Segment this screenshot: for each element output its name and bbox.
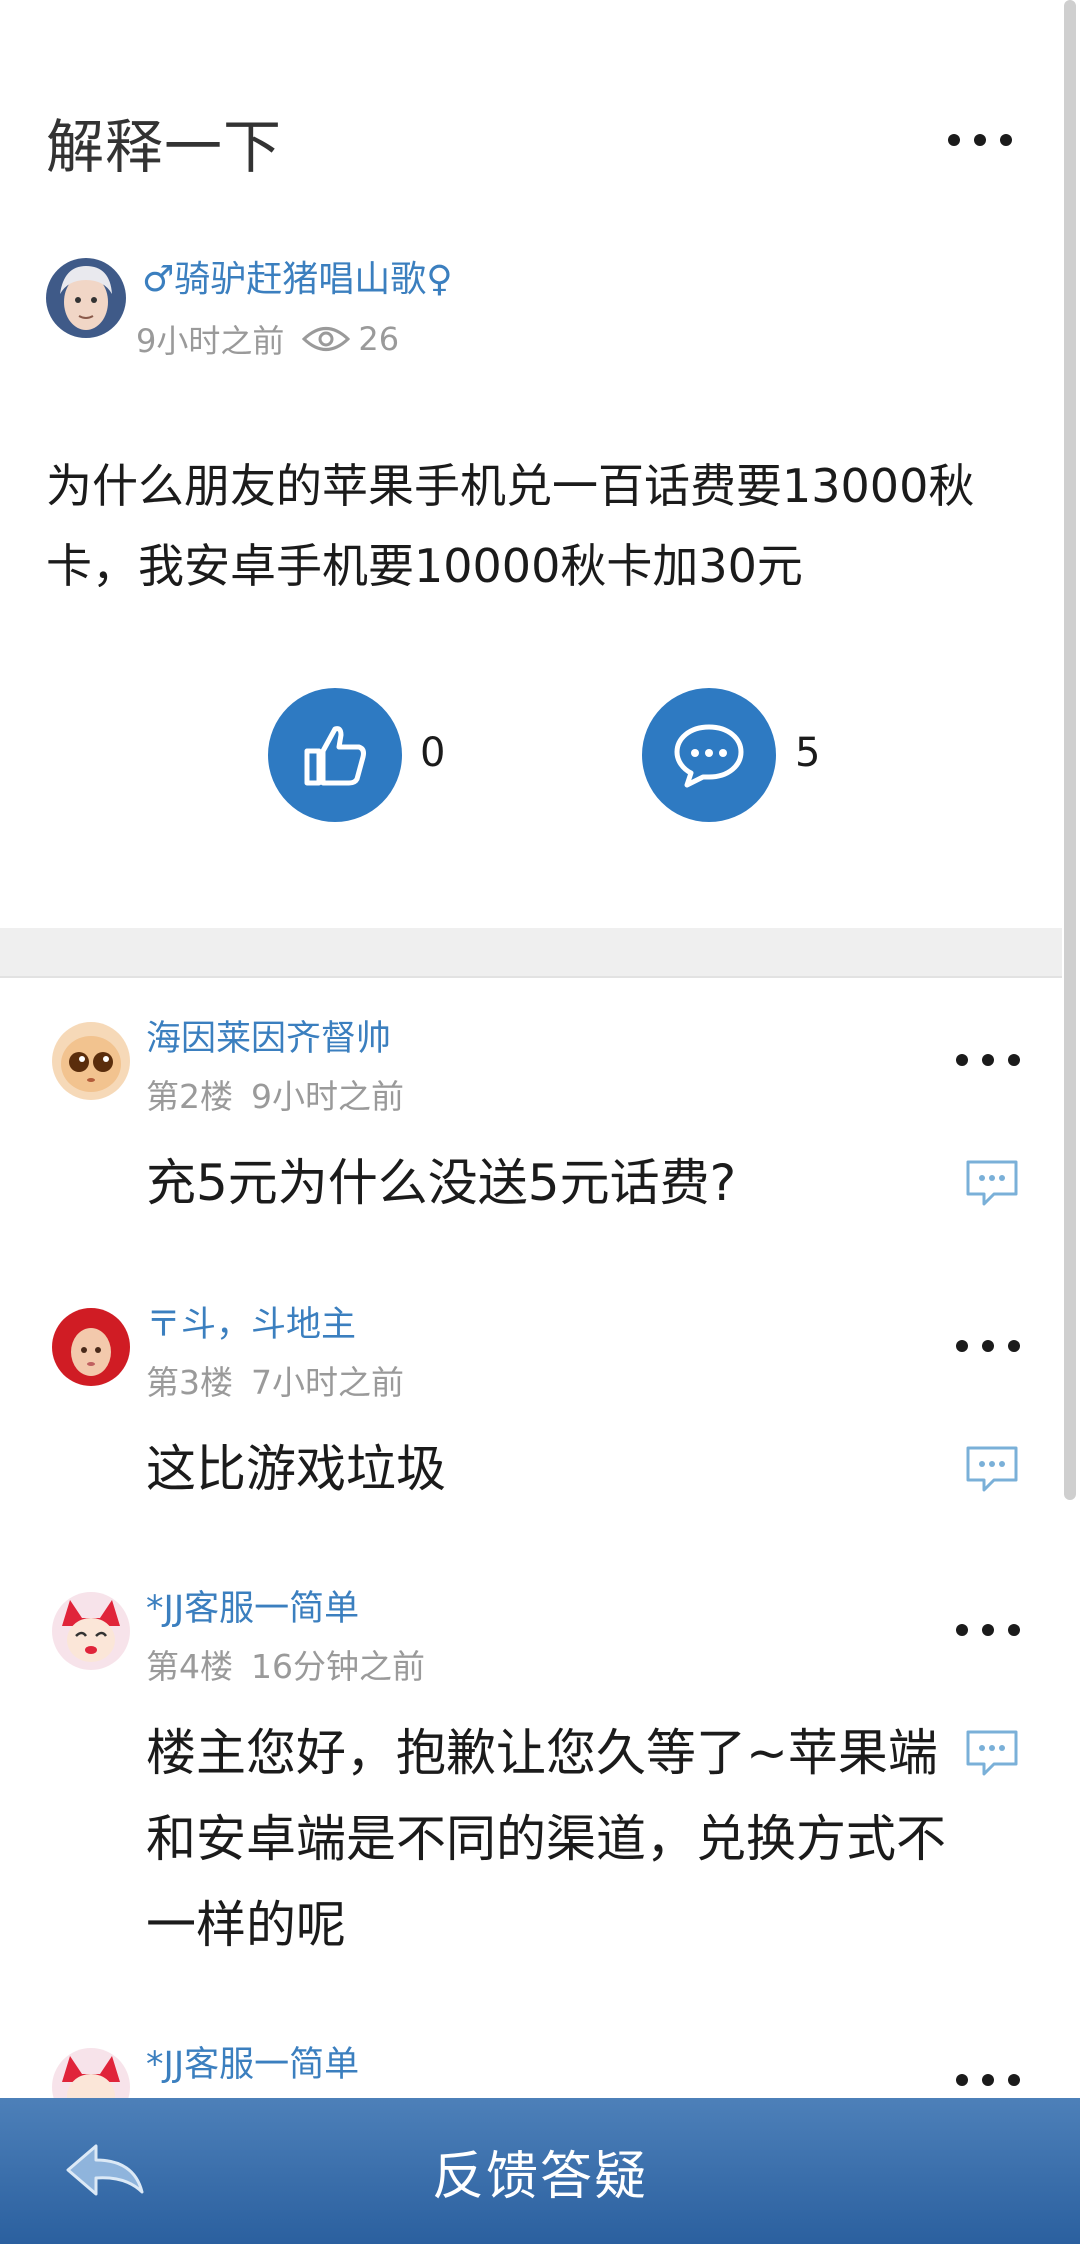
reply-icon[interactable] (964, 1728, 1020, 1780)
page-title: 解释一下 (46, 113, 283, 181)
reply-icon[interactable] (964, 1158, 1020, 1210)
scrollbar[interactable] (1064, 0, 1076, 1500)
reply-icon[interactable] (964, 1444, 1020, 1496)
post-meta: 9小时之前 26 (136, 316, 399, 362)
reply-author[interactable]: *JJ客服一简单 (146, 2036, 359, 2087)
reply-time: 16分钟之前 (251, 1647, 425, 1686)
author-avatar[interactable] (46, 258, 126, 338)
view-count: 26 (358, 320, 400, 358)
reply-floor: 第3楼 (146, 1363, 233, 1402)
reply-meta: 第4楼 16分钟之前 (146, 1640, 425, 1688)
bottom-bar: 反馈答疑 (0, 2098, 1080, 2244)
avatar[interactable] (52, 1592, 130, 1670)
eye-icon (302, 327, 351, 351)
reply-meta: 第3楼 7小时之前 (146, 1356, 404, 1404)
reply-author[interactable]: 海因莱因齐督帅 (146, 1010, 391, 1061)
reply-time: 7小时之前 (251, 1363, 404, 1402)
reply-meta: 第2楼 9小时之前 (146, 1070, 404, 1118)
reply-floor: 第4楼 (146, 1647, 233, 1686)
reply-text: 楼主您好，抱歉让您久等了~苹果端和安卓端是不同的渠道，兑换方式不一样的呢 (146, 1724, 946, 1954)
reply-author[interactable]: *JJ客服一简单 (146, 1580, 359, 1631)
more-icon[interactable] (956, 2074, 1020, 2086)
page: 解释一下 ♂骑驴赶猪唱山歌♀ 9小时之前 26 为什么朋友的苹果手机兑一百话费要… (0, 0, 1080, 2244)
thumbs-up-icon (304, 726, 366, 786)
more-icon[interactable] (956, 1624, 1020, 1636)
comment-button[interactable] (642, 688, 776, 822)
reply-time: 9小时之前 (251, 1077, 404, 1116)
comment-icon (674, 724, 744, 788)
reply-floor: 第2楼 (146, 1077, 233, 1116)
back-arrow-icon[interactable] (62, 2140, 148, 2204)
bottom-bar-title: 反馈答疑 (431, 2146, 648, 2207)
more-icon[interactable] (948, 134, 1012, 146)
more-icon[interactable] (956, 1340, 1020, 1352)
like-button[interactable] (268, 688, 402, 822)
like-count: 0 (420, 730, 446, 776)
avatar[interactable] (52, 1022, 130, 1100)
post-time: 9小时之前 (136, 322, 285, 360)
reply-author[interactable]: 〒斗，斗地主 (146, 1296, 356, 1347)
reply-text: 这比游戏垃圾 (146, 1440, 446, 1498)
avatar[interactable] (52, 1308, 130, 1386)
more-icon[interactable] (956, 1054, 1020, 1066)
section-divider (0, 928, 1062, 978)
post-body: 为什么朋友的苹果手机兑一百话费要13000秋卡，我安卓手机要10000秋卡加30… (46, 459, 975, 593)
author-name[interactable]: ♂骑驴赶猪唱山歌♀ (142, 250, 453, 302)
comment-count: 5 (795, 730, 821, 776)
reply-text: 充5元为什么没送5元话费? (146, 1154, 737, 1212)
